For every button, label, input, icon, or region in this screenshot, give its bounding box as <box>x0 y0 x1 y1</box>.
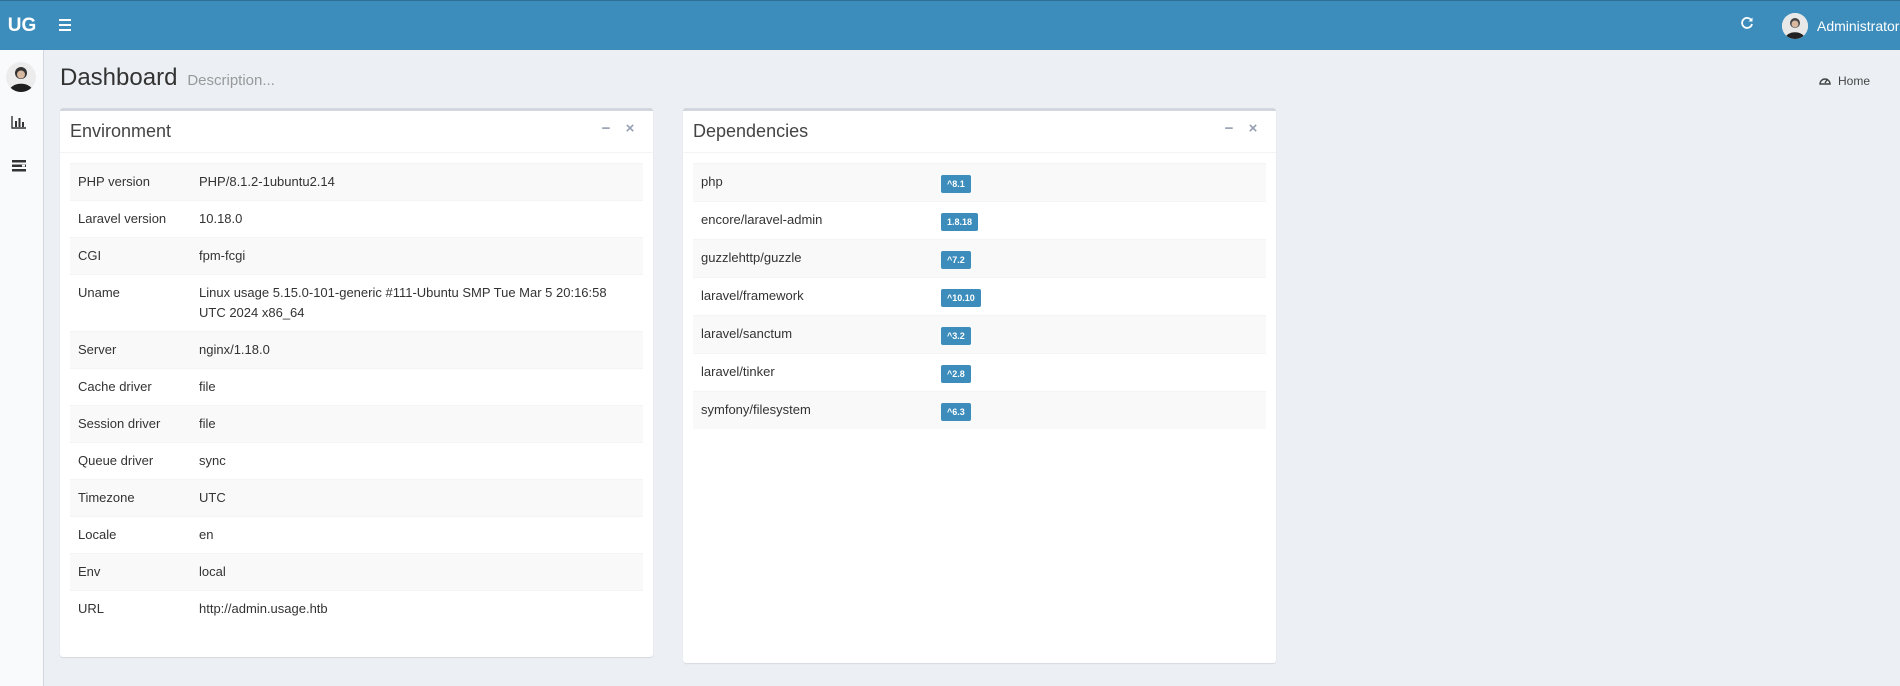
content-header: Dashboard Description... <box>60 64 275 92</box>
env-key: Queue driver <box>70 442 191 480</box>
env-key: Cache driver <box>70 368 191 406</box>
env-value: nginx/1.18.0 <box>191 331 643 369</box>
env-value: en <box>191 516 643 554</box>
dependencies-title: Dependencies <box>693 121 809 141</box>
version-badge: ^3.2 <box>941 327 971 345</box>
env-value: Linux usage 5.15.0-101-generic #111-Ubun… <box>191 274 643 332</box>
env-value: local <box>191 553 643 591</box>
version-badge: ^6.3 <box>941 403 971 421</box>
environment-title: Environment <box>70 121 172 141</box>
dependency-name: encore/laravel-admin <box>693 201 933 240</box>
dependencies-box: Dependencies − × php ^8.1 encore/laravel-a… <box>683 108 1276 663</box>
environment-box: Environment − × PHP version PHP/8.1.2-1ub… <box>60 108 653 657</box>
dependency-name: laravel/framework <box>693 277 933 316</box>
dependency-name: laravel/tinker <box>693 353 933 392</box>
dependency-version-cell: 1.8.18 <box>933 201 1266 240</box>
env-key: URL <box>70 590 191 627</box>
env-value: fpm-fcgi <box>191 237 643 275</box>
table-row: symfony/filesystem ^6.3 <box>693 391 1266 429</box>
env-value: file <box>191 368 643 406</box>
logo[interactable]: UG <box>0 1 44 51</box>
page-description: Description... <box>187 72 275 89</box>
close-icon[interactable]: × <box>1246 121 1260 137</box>
dependency-version-cell: ^2.8 <box>933 353 1266 392</box>
table-row: Cache driver file <box>70 368 643 406</box>
table-row: CGI fpm-fcgi <box>70 237 643 275</box>
env-key: Env <box>70 553 191 591</box>
env-key: Uname <box>70 274 191 332</box>
sidebar <box>0 50 44 686</box>
env-key: Session driver <box>70 405 191 443</box>
dependency-name: symfony/filesystem <box>693 391 933 429</box>
env-key: Laravel version <box>70 200 191 238</box>
bar-chart-icon[interactable] <box>11 115 31 131</box>
env-value: file <box>191 405 643 443</box>
table-row: Uname Linux usage 5.15.0-101-generic #111… <box>70 274 643 332</box>
dependencies-box-header: Dependencies − × <box>683 111 1276 153</box>
env-value: 10.18.0 <box>191 200 643 238</box>
page-title: Dashboard <box>60 64 178 91</box>
table-row: Locale en <box>70 516 643 554</box>
env-key: CGI <box>70 237 191 275</box>
table-row: encore/laravel-admin 1.8.18 <box>693 201 1266 240</box>
hamburger-icon[interactable] <box>56 17 74 33</box>
table-row: URL http://admin.usage.htb <box>70 590 643 627</box>
table-row: Queue driver sync <box>70 442 643 480</box>
version-badge: ^2.8 <box>941 365 971 383</box>
user-menu[interactable]: Administrator <box>1782 1 1899 51</box>
dependency-version-cell: ^3.2 <box>933 315 1266 354</box>
user-avatar <box>1782 13 1808 39</box>
minus-icon[interactable]: − <box>599 121 613 137</box>
env-key: PHP version <box>70 163 191 201</box>
table-row: Laravel version 10.18.0 <box>70 200 643 238</box>
table-row: Env local <box>70 553 643 591</box>
environment-table: PHP version PHP/8.1.2-1ubuntu2.14 Laravel … <box>70 163 643 627</box>
table-row: PHP version PHP/8.1.2-1ubuntu2.14 <box>70 163 643 201</box>
breadcrumb-home[interactable]: Home <box>1838 74 1870 88</box>
table-row: guzzlehttp/guzzle ^7.2 <box>693 239 1266 278</box>
dependency-version-cell: ^6.3 <box>933 391 1266 429</box>
table-row: php ^8.1 <box>693 163 1266 202</box>
close-icon[interactable]: × <box>623 121 637 137</box>
refresh-icon[interactable] <box>1738 16 1756 34</box>
dependencies-table: php ^8.1 encore/laravel-admin 1.8.18 guzzleh… <box>693 163 1266 429</box>
env-value: http://admin.usage.htb <box>191 590 643 627</box>
env-value: UTC <box>191 479 643 517</box>
dependency-version-cell: ^10.10 <box>933 277 1266 316</box>
environment-box-header: Environment − × <box>60 111 653 153</box>
env-value: sync <box>191 442 643 480</box>
table-row: laravel/tinker ^2.8 <box>693 353 1266 392</box>
env-key: Timezone <box>70 479 191 517</box>
version-badge: 1.8.18 <box>941 213 979 231</box>
version-badge: ^8.1 <box>941 175 971 193</box>
dependency-name: php <box>693 163 933 202</box>
table-row: laravel/sanctum ^3.2 <box>693 315 1266 354</box>
version-badge: ^7.2 <box>941 251 971 269</box>
env-key: Server <box>70 331 191 369</box>
dashboard-icon <box>1819 75 1831 87</box>
dependency-name: laravel/sanctum <box>693 315 933 354</box>
dependency-name: guzzlehttp/guzzle <box>693 239 933 278</box>
minus-icon[interactable]: − <box>1222 121 1236 137</box>
table-row: laravel/framework ^10.10 <box>693 277 1266 316</box>
dependency-version-cell: ^8.1 <box>933 163 1266 202</box>
dependency-version-cell: ^7.2 <box>933 239 1266 278</box>
table-row: Timezone UTC <box>70 479 643 517</box>
env-key: Locale <box>70 516 191 554</box>
table-row: Server nginx/1.18.0 <box>70 331 643 369</box>
breadcrumb[interactable]: Home <box>1819 74 1870 88</box>
user-name: Administrator <box>1817 18 1900 34</box>
sidebar-avatar <box>6 62 36 92</box>
table-row: Session driver file <box>70 405 643 443</box>
version-badge: ^10.10 <box>941 289 981 307</box>
top-navbar: UG Administrator <box>0 0 1900 50</box>
env-value: PHP/8.1.2-1ubuntu2.14 <box>191 163 643 201</box>
list-icon[interactable] <box>11 159 31 175</box>
